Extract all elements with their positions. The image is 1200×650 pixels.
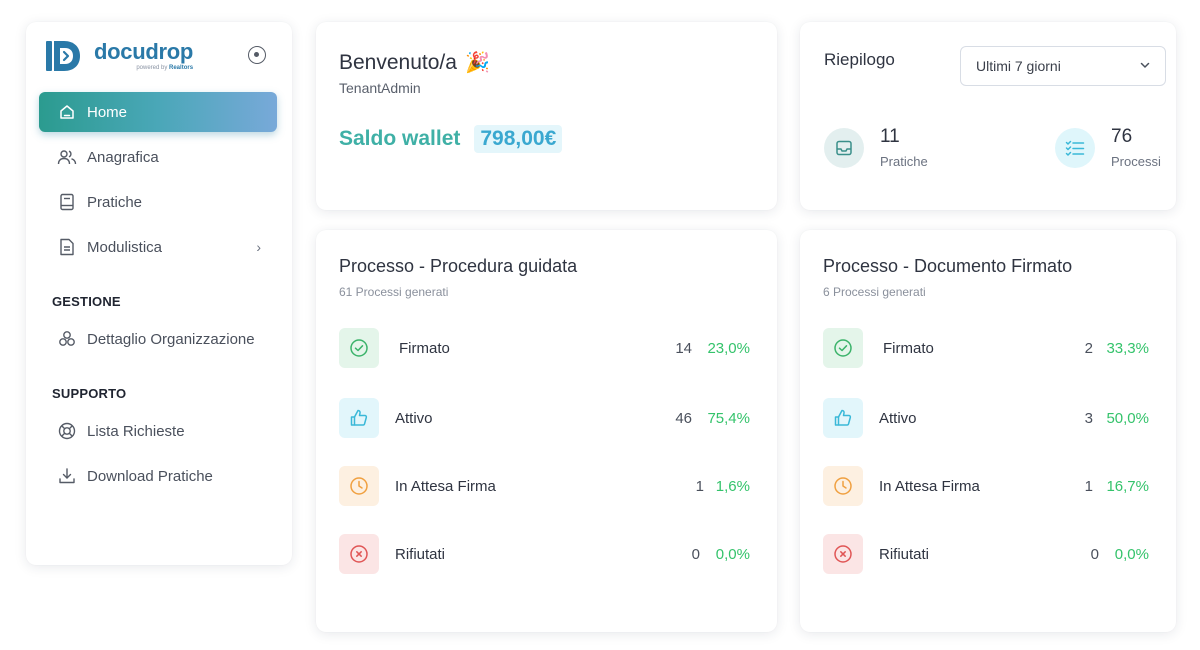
sidebar-item-modulistica[interactable]: Modulistica › (39, 227, 277, 267)
process-card-procedura-guidata: Processo - Procedura guidata 61 Processi… (316, 230, 777, 632)
status-label: Rifiutati (879, 545, 930, 563)
sidebar-item-home[interactable]: Home (39, 92, 277, 132)
status-percent: 1,6% (715, 477, 750, 495)
home-icon (57, 102, 77, 122)
clock-icon (823, 466, 863, 506)
document-icon (57, 237, 77, 257)
status-label: Attivo (879, 409, 917, 427)
status-row-in-attesa-firma: In Attesa Firma 1 1,6% (339, 464, 754, 508)
organization-icon (57, 329, 77, 349)
status-row-firmato: Firmato 14 23,0% (339, 326, 754, 370)
clock-icon (339, 466, 379, 506)
sidebar-toggle-button[interactable] (248, 46, 266, 64)
status-percent: 33,3% (1106, 339, 1149, 357)
sidebar: docudrop powered by Realtors Home Anagra… (26, 22, 292, 565)
status-percent: 75,4% (707, 409, 750, 427)
status-count: 1 (695, 477, 704, 495)
users-icon (57, 147, 77, 167)
chevron-down-icon (1140, 62, 1150, 68)
period-selected-value: Ultimi 7 giorni (976, 58, 1061, 74)
status-count: 14 (675, 339, 692, 357)
brand-name: docudrop (94, 39, 194, 64)
sidebar-item-pratiche[interactable]: Pratiche (39, 182, 277, 222)
x-circle-icon (339, 534, 379, 574)
status-row-in-attesa-firma: In Attesa Firma 1 16,7% (823, 464, 1153, 508)
brand[interactable]: docudrop powered by Realtors (46, 36, 193, 76)
sidebar-item-anagrafica[interactable]: Anagrafica (39, 137, 277, 177)
process-card-documento-firmato: Processo - Documento Firmato 6 Processi … (800, 230, 1176, 632)
status-row-rifiutati: Rifiutati 0 0,0% (823, 532, 1153, 576)
welcome-title: Benvenuto/a 🎉 (339, 50, 490, 75)
section-label-gestione: GESTIONE (52, 294, 121, 309)
stat-value: 11 (880, 126, 900, 147)
period-select[interactable]: Ultimi 7 giorni (960, 46, 1166, 86)
book-icon (57, 192, 77, 212)
sidebar-item-label: Home (87, 103, 128, 121)
status-percent: 0,0% (1114, 545, 1149, 563)
status-count: 1 (1084, 477, 1093, 495)
status-count: 0 (691, 545, 700, 563)
sidebar-item-download-pratiche[interactable]: Download Pratiche (39, 456, 277, 496)
welcome-username: TenantAdmin (339, 80, 421, 96)
stat-label: Pratiche (880, 154, 928, 169)
status-count: 0 (1090, 545, 1099, 563)
sidebar-item-label: Pratiche (87, 193, 143, 211)
wallet-value: 798,00€ (474, 125, 563, 153)
sidebar-item-label: Dettaglio Organizzazione (87, 330, 255, 348)
status-label: Firmato (399, 339, 450, 357)
sidebar-item-dettaglio-organizzazione[interactable]: Dettaglio Organizzazione (39, 319, 277, 359)
sidebar-item-lista-richieste[interactable]: Lista Richieste (39, 411, 277, 451)
inbox-icon (824, 127, 864, 168)
status-count: 3 (1084, 409, 1093, 427)
status-row-attivo: Attivo 3 50,0% (823, 396, 1153, 440)
process-subtitle: 61 Processi generati (339, 285, 449, 299)
status-row-attivo: Attivo 46 75,4% (339, 396, 754, 440)
section-label-supporto: SUPPORTO (52, 386, 127, 401)
checklist-icon (1055, 127, 1095, 168)
process-title: Processo - Procedura guidata (339, 256, 578, 276)
status-percent: 16,7% (1106, 477, 1149, 495)
lifebuoy-icon (57, 421, 77, 441)
summary-card: Riepilogo Ultimi 7 giorni 11 Pratiche 76… (800, 22, 1176, 210)
stat-label: Processi (1111, 154, 1161, 169)
status-label: Rifiutati (395, 545, 446, 563)
process-title: Processo - Documento Firmato (823, 256, 1073, 276)
thumbs-up-icon (339, 398, 379, 438)
sidebar-item-label: Anagrafica (87, 148, 159, 166)
docudrop-logo-icon (46, 41, 80, 71)
check-circle-icon (339, 328, 379, 368)
summary-title: Riepilogo (824, 50, 895, 69)
stat-pratiche: 11 Pratiche (824, 126, 928, 169)
status-label: In Attesa Firma (395, 477, 496, 495)
sidebar-item-label: Lista Richieste (87, 422, 185, 440)
stat-value: 76 (1111, 126, 1133, 147)
status-row-firmato: Firmato 2 33,3% (823, 326, 1153, 370)
chevron-right-icon: › (256, 239, 261, 255)
status-percent: 23,0% (707, 339, 750, 357)
process-subtitle: 6 Processi generati (823, 285, 926, 299)
status-label: Firmato (883, 339, 934, 357)
status-label: In Attesa Firma (879, 477, 980, 495)
status-label: Attivo (395, 409, 433, 427)
party-popper-icon: 🎉 (464, 52, 490, 74)
thumbs-up-icon (823, 398, 863, 438)
sidebar-item-label: Modulistica (87, 238, 163, 256)
wallet-label: Saldo wallet (339, 127, 461, 150)
status-percent: 0,0% (715, 545, 750, 563)
status-count: 2 (1084, 339, 1093, 357)
wallet-balance: Saldo wallet 798,00€ (339, 125, 563, 153)
welcome-card: Benvenuto/a 🎉 TenantAdmin Saldo wallet 7… (316, 22, 777, 210)
status-row-rifiutati: Rifiutati 0 0,0% (339, 532, 754, 576)
sidebar-item-label: Download Pratiche (87, 467, 213, 485)
download-icon (57, 466, 77, 486)
check-circle-icon (823, 328, 863, 368)
status-percent: 50,0% (1106, 409, 1149, 427)
stat-processi: 76 Processi (1055, 126, 1161, 169)
brand-powered-by: powered by Realtors (136, 65, 194, 71)
status-count: 46 (675, 409, 692, 427)
x-circle-icon (823, 534, 863, 574)
